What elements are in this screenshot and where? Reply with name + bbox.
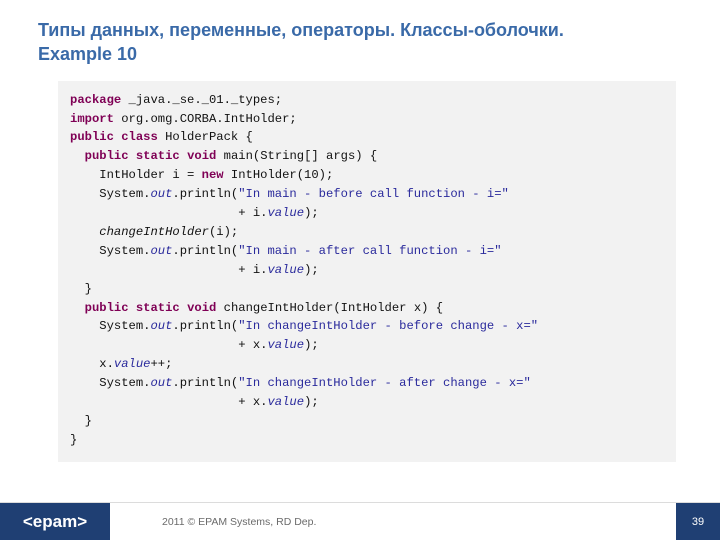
code-text: .println( — [172, 187, 238, 201]
code-text: .println( — [172, 376, 238, 390]
kw-public: public — [70, 130, 114, 144]
code-text: (i); — [209, 225, 238, 239]
code-text: System. — [70, 376, 150, 390]
code-text: .println( — [172, 244, 238, 258]
code-text: ); — [304, 206, 319, 220]
logo-text: <epam> — [23, 512, 87, 532]
code-text: System. — [70, 319, 150, 333]
code-text: System. — [70, 244, 150, 258]
code-text: + x. — [70, 395, 267, 409]
code-text: } — [70, 282, 92, 296]
kw-public: public — [85, 301, 129, 315]
code-text: IntHolder i = — [70, 168, 202, 182]
code-text: ); — [304, 395, 319, 409]
string-literal: "In changeIntHolder - after change - x=" — [238, 376, 531, 390]
code-text: IntHolder(10); — [224, 168, 334, 182]
code-text: + i. — [70, 263, 267, 277]
code-block: package _java._se._01._types; import org… — [58, 81, 676, 462]
title-line-2: Example 10 — [38, 44, 137, 64]
kw-static: static — [136, 301, 180, 315]
code-text: } — [70, 414, 92, 428]
field-value: value — [267, 338, 304, 352]
field-out: out — [150, 376, 172, 390]
kw-void: void — [187, 301, 216, 315]
code-text: } — [70, 433, 77, 447]
string-literal: "In main - before call function - i=" — [238, 187, 509, 201]
field-value: value — [267, 206, 304, 220]
code-text: ++; — [150, 357, 172, 371]
code-text: HolderPack { — [158, 130, 253, 144]
page-number: 39 — [676, 503, 720, 540]
code-text: org.omg.CORBA.IntHolder; — [114, 112, 297, 126]
string-literal: "In changeIntHolder - before change - x=… — [238, 319, 538, 333]
code-text: + x. — [70, 338, 267, 352]
kw-import: import — [70, 112, 114, 126]
code-text: x. — [70, 357, 114, 371]
code-text: ); — [304, 263, 319, 277]
code-text: changeIntHolder(IntHolder x) { — [216, 301, 443, 315]
field-out: out — [150, 244, 172, 258]
logo: <epam> — [0, 503, 110, 540]
kw-new: new — [202, 168, 224, 182]
field-out: out — [150, 187, 172, 201]
slide-title: Типы данных, переменные, операторы. Клас… — [0, 0, 720, 75]
field-value: value — [114, 357, 151, 371]
kw-void: void — [187, 149, 216, 163]
string-literal: "In main - after call function - i=" — [238, 244, 501, 258]
kw-class: class — [121, 130, 158, 144]
slide: Типы данных, переменные, операторы. Клас… — [0, 0, 720, 540]
field-value: value — [267, 263, 304, 277]
field-value: value — [267, 395, 304, 409]
method-call: changeIntHolder — [99, 225, 209, 239]
kw-public: public — [85, 149, 129, 163]
code-text: + i. — [70, 206, 267, 220]
copyright: 2011 © EPAM Systems, RD Dep. — [110, 516, 676, 528]
code-text: _java._se._01._types; — [121, 93, 282, 107]
code-text: ); — [304, 338, 319, 352]
title-line-1: Типы данных, переменные, операторы. Клас… — [38, 20, 564, 40]
code-text: .println( — [172, 319, 238, 333]
field-out: out — [150, 319, 172, 333]
code-text: System. — [70, 187, 150, 201]
footer: <epam> 2011 © EPAM Systems, RD Dep. 39 — [0, 502, 720, 540]
code-text: main(String[] args) { — [216, 149, 377, 163]
kw-static: static — [136, 149, 180, 163]
kw-package: package — [70, 93, 121, 107]
